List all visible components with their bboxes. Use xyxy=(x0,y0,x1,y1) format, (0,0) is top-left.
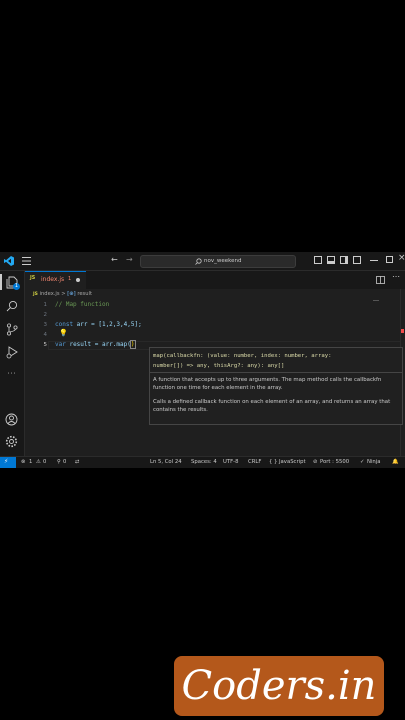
tab-index-js[interactable]: JS index.js 1 xyxy=(25,271,86,289)
command-center-search[interactable]: nov_weekend xyxy=(140,255,296,268)
encoding[interactable]: UTF-8 xyxy=(223,459,238,465)
gear-icon[interactable] xyxy=(5,435,18,448)
line-number: 2 xyxy=(43,312,48,318)
arrow-right-icon[interactable]: → xyxy=(126,255,133,264)
menu-icon[interactable] xyxy=(22,257,31,265)
toggle-primary-sidebar-icon[interactable] xyxy=(314,256,322,264)
live-server-port[interactable]: Port : 5500 xyxy=(320,459,349,465)
error-icon[interactable]: ⊗ xyxy=(21,459,25,465)
keyword: const xyxy=(55,321,74,328)
title-bar: ← → nov_weekend × xyxy=(0,252,405,271)
variable-symbol-icon: [⊕] xyxy=(67,291,76,297)
ninja-status[interactable]: Ninja xyxy=(367,459,381,465)
code-line-comment: // Map function xyxy=(55,301,110,308)
live-share-icon[interactable]: ⇄ xyxy=(75,459,79,465)
remote-icon: ⚡ xyxy=(4,458,9,465)
code-text: result = arr.map( xyxy=(65,341,131,348)
unsaved-dot-icon[interactable] xyxy=(76,278,80,282)
code-editor[interactable]: JS index.js > [⊕] result 1 2 3 4 5 // Ma… xyxy=(25,289,405,457)
source-control-icon[interactable] xyxy=(6,323,18,336)
error-count[interactable]: 1 xyxy=(29,459,32,465)
language-mode[interactable]: JavaScript xyxy=(279,459,306,465)
hover-description: A function that accepts up to three argu… xyxy=(153,377,382,392)
brand-logo: Coders.in xyxy=(174,656,384,716)
breadcrumb-symbol[interactable]: result xyxy=(77,291,92,297)
hover-description: Calls a defined callback function on eac… xyxy=(153,399,391,414)
hover-tooltip: map(callbackfn: (value: number, index: n… xyxy=(149,347,403,425)
breadcrumb: JS index.js > [⊕] result xyxy=(33,291,92,297)
bell-icon[interactable]: 🔔 xyxy=(392,459,399,465)
search-view-icon[interactable] xyxy=(6,300,18,312)
activity-bar: 1 ⋯ xyxy=(0,271,25,457)
remote-indicator[interactable]: ⚡ xyxy=(0,457,16,468)
code-line-var: var result = arr.map() xyxy=(55,340,136,349)
braces-icon: { } xyxy=(269,459,278,465)
keyword: var xyxy=(55,341,66,348)
tab-filename: index.js xyxy=(41,275,65,283)
search-value: nov_weekend xyxy=(204,257,242,264)
warning-count[interactable]: 0 xyxy=(43,459,46,465)
broadcast-icon[interactable]: ⚲ xyxy=(57,459,61,465)
line-number: 5 xyxy=(43,342,48,348)
more-actions-icon[interactable]: ⋯ xyxy=(392,272,400,281)
line-number: 3 xyxy=(43,322,48,328)
more-icon[interactable]: ⋯ xyxy=(7,369,16,379)
end-of-line[interactable]: CRLF xyxy=(248,459,261,465)
signature: map(callbackfn: (value: number, index: n… xyxy=(153,351,399,371)
tab-problem-count: 1 xyxy=(68,276,72,282)
accounts-icon[interactable] xyxy=(5,413,18,426)
code-text: arr = [1,2,3,4,5]; xyxy=(73,321,142,328)
port-icon: ⊘ xyxy=(313,459,318,465)
lightbulb-icon[interactable]: 💡 xyxy=(59,329,68,337)
toggle-panel-icon[interactable] xyxy=(327,256,335,264)
signature-line: map(callbackfn: (value: number, index: n… xyxy=(153,353,332,359)
bracket-close: ) xyxy=(129,340,136,349)
divider xyxy=(150,372,402,373)
search-icon xyxy=(195,258,202,265)
js-file-icon: JS xyxy=(33,292,38,297)
run-and-debug-icon[interactable] xyxy=(6,346,18,359)
toggle-secondary-sidebar-icon[interactable] xyxy=(340,256,348,264)
minimize-icon[interactable] xyxy=(370,260,378,261)
status-bar: ⚡ ⊗ 1 ⚠ 0 ⚲ 0 ⇄ Ln 5, Col 24 Spaces: 4 U… xyxy=(0,456,405,468)
js-file-icon: JS xyxy=(30,276,36,281)
cursor-position[interactable]: Ln 5, Col 24 xyxy=(150,459,182,465)
active-indicator xyxy=(0,274,2,290)
customize-layout-icon[interactable] xyxy=(353,256,361,264)
quokka-icon: ✓ xyxy=(360,459,365,465)
chevron-right-icon: > xyxy=(61,291,66,297)
code-line-const: const arr = [1,2,3,4,5]; xyxy=(55,321,142,328)
maximize-icon[interactable] xyxy=(386,256,393,263)
arrow-left-icon[interactable]: ← xyxy=(111,255,118,264)
info-count[interactable]: 0 xyxy=(63,459,66,465)
split-editor-icon[interactable] xyxy=(376,276,385,284)
explorer-badge: 1 xyxy=(13,283,20,290)
line-number: 1 xyxy=(43,302,48,308)
vscode-window: ← → nov_weekend × 1 ⋯ JS index.js 1 ⋯ JS… xyxy=(0,252,405,468)
editor-tab-bar: JS index.js 1 ⋯ xyxy=(25,271,405,290)
vscode-logo-icon xyxy=(4,256,14,266)
close-icon[interactable]: × xyxy=(398,253,405,263)
line-number: 4 xyxy=(43,332,48,338)
signature-line: number[]) => any, thisArg?: any): any[] xyxy=(153,363,285,369)
indentation[interactable]: Spaces: 4 xyxy=(191,459,217,465)
breadcrumb-file[interactable]: index.js xyxy=(40,291,60,297)
warning-icon[interactable]: ⚠ xyxy=(36,459,41,465)
brand-logo-text: Coders.in xyxy=(181,663,377,709)
minimap-line xyxy=(373,300,379,301)
error-marker xyxy=(401,329,404,333)
